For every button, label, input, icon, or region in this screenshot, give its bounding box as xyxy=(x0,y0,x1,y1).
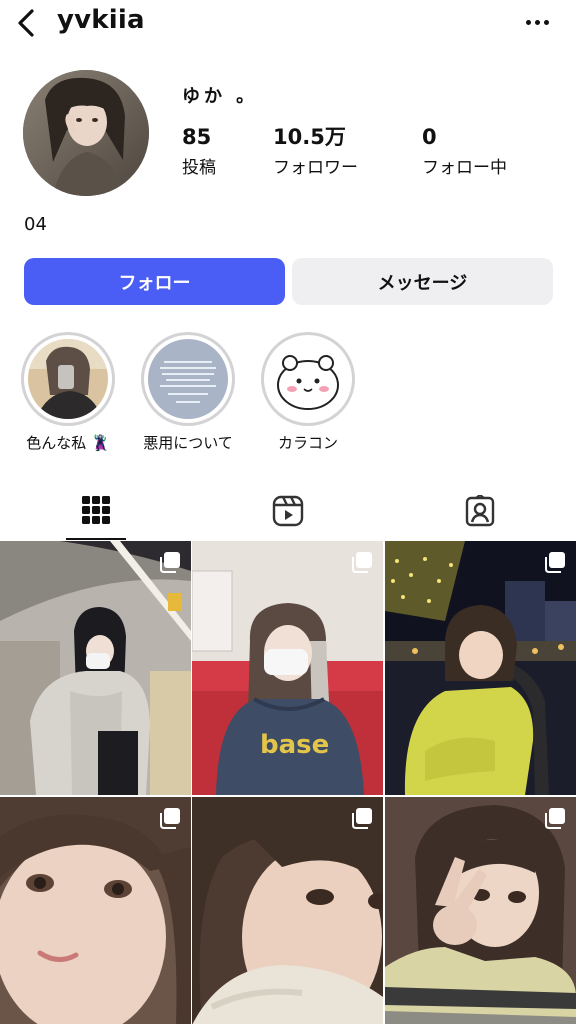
chevron-left-icon xyxy=(18,9,34,37)
profile-display-name: ゆか ｡ xyxy=(182,86,250,107)
story-highlight[interactable]: 色んな私 🦹‍♂️ xyxy=(3,332,133,453)
tab-posts-grid[interactable] xyxy=(66,482,126,540)
highlight-ring xyxy=(261,332,355,426)
following-count[interactable]: 0 フォロー中 xyxy=(422,124,507,178)
posts-count-label: 投稿 xyxy=(182,158,216,178)
posts-count-value: 85 xyxy=(182,125,212,149)
profile-username: yvkiia xyxy=(57,5,145,35)
svg-text:base: base xyxy=(260,730,329,760)
more-horizontal-icon xyxy=(525,19,531,25)
post-thumbnail[interactable] xyxy=(0,541,191,795)
tab-reels[interactable] xyxy=(258,482,318,540)
multiple-photos-icon xyxy=(160,552,180,573)
story-highlight[interactable]: カラコン xyxy=(243,332,373,453)
highlight-label: 色んな私 🦹‍♂️ xyxy=(26,434,110,452)
back-button[interactable] xyxy=(10,6,42,40)
grid-icon xyxy=(82,496,110,524)
tagged-icon xyxy=(465,495,495,527)
highlight-cover xyxy=(28,339,108,419)
highlight-cover xyxy=(148,339,228,419)
followers-count-label: フォロワー xyxy=(273,158,358,178)
following-count-label: フォロー中 xyxy=(422,158,507,178)
post-thumbnail[interactable] xyxy=(192,797,383,1024)
multiple-photos-icon xyxy=(160,808,180,829)
profile-bio: 04 xyxy=(24,214,47,235)
following-count-value: 0 xyxy=(422,125,437,149)
posts-count[interactable]: 85 投稿 xyxy=(182,124,216,178)
highlight-label: 悪用について xyxy=(143,434,233,452)
profile-avatar[interactable] xyxy=(23,70,149,196)
message-button[interactable]: メッセージ xyxy=(292,258,553,305)
multiple-photos-icon xyxy=(545,808,565,829)
reels-icon xyxy=(272,495,304,527)
post-thumbnail[interactable] xyxy=(0,797,191,1024)
tab-tagged[interactable] xyxy=(450,482,510,540)
multiple-photos-icon xyxy=(545,552,565,573)
highlight-label: カラコン xyxy=(277,434,338,452)
multiple-photos-icon xyxy=(352,808,372,829)
followers-count[interactable]: 10.5万 フォロワー xyxy=(273,124,358,178)
more-options-button[interactable] xyxy=(522,10,552,34)
post-thumbnail[interactable] xyxy=(385,797,576,1024)
story-highlight[interactable]: 悪用について xyxy=(123,332,253,453)
highlight-ring xyxy=(141,332,235,426)
post-thumbnail[interactable] xyxy=(385,541,576,795)
post-thumbnail[interactable]: base xyxy=(192,541,383,795)
highlight-cover xyxy=(268,339,348,419)
follow-button[interactable]: フォロー xyxy=(24,258,285,305)
top-bar: yvkiia xyxy=(0,0,576,48)
highlight-ring xyxy=(21,332,115,426)
profile-tabs xyxy=(0,482,576,540)
followers-count-value: 10.5万 xyxy=(273,125,346,149)
multiple-photos-icon xyxy=(352,552,372,573)
